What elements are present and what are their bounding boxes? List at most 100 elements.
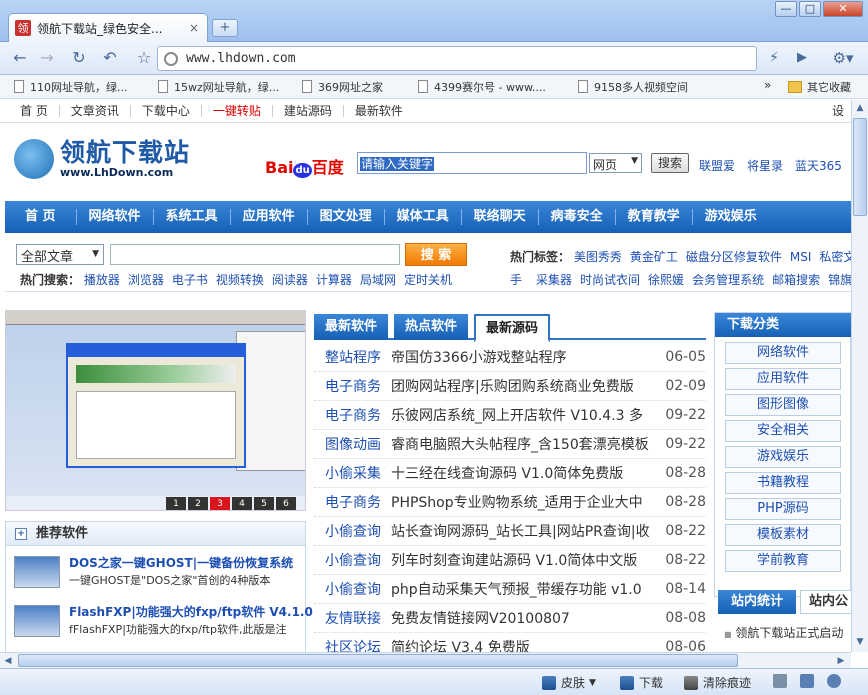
list-item[interactable]: 小偷查询 php自动采集天气预报_带缓存功能 v1.0 08-14 [314,575,706,604]
list-item-category[interactable]: 小偷采集 [314,463,391,483]
mainnav-item[interactable]: 网络软件 [77,209,154,225]
recommended-item[interactable]: DOS之家一键GHOST|一键备份恢复系统 一键GHOST是"DOS之家"首创的… [14,552,304,596]
hot-tag-link[interactable]: 锦旗 [828,273,851,287]
zoom-icon[interactable] [827,674,846,688]
skin-button[interactable]: 皮肤 ▼ [542,674,596,691]
list-item-title[interactable]: 免费友情链接网V20100807 [391,608,650,628]
tab-site-stats[interactable]: 站内统计 [718,590,796,614]
hot-tag-link[interactable]: 徐熙媛 [648,273,684,287]
download-category-link[interactable]: 安全相关 [725,420,841,442]
wrench-menu-icon[interactable]: ⚙▾ [825,47,861,69]
bookmark-item[interactable]: 15wz网址导航，绿... [158,79,288,95]
back-arrow-icon[interactable]: ← [8,47,32,69]
forward-arrow-icon[interactable]: → [35,47,59,69]
mainnav-item[interactable]: 游戏娱乐 [693,209,769,225]
scroll-left-icon[interactable]: ◀ [0,653,16,669]
download-category-link[interactable]: 图形图像 [725,394,841,416]
refresh-icon[interactable]: ↻ [67,47,91,69]
list-item[interactable]: 电子商务 PHPShop专业购物系统_适用于企业大中 08-28 [314,488,706,517]
hot-search-link[interactable]: 浏览器 [128,273,164,287]
monitor-icon[interactable] [800,674,819,688]
topnav-link[interactable]: 最新软件 [344,105,414,117]
list-item-category[interactable]: 图像动画 [314,434,391,454]
download-category-link[interactable]: 应用软件 [725,368,841,390]
header-link[interactable]: 蓝天365 [795,159,842,173]
play-icon[interactable]: ▶ [790,47,814,69]
list-item[interactable]: 图像动画 睿商电脑照大头帖程序_含150套漂亮模板 09-22 [314,430,706,459]
list-item[interactable]: 电子商务 乐彼网店系统_网上开店软件 V10.4.3 多 09-22 [314,401,706,430]
hot-tag-link[interactable]: 私密文 [819,250,851,264]
tab-hot-software[interactable]: 热点软件 [394,314,468,340]
site-logo[interactable]: 领航下载站 www.LhDown.com [14,134,199,184]
notice-link[interactable]: ■ 领航下载站正式启动 [724,624,843,641]
list-item[interactable]: 小偷查询 站长查询网源码_站长工具|网站PR查询|收 08-22 [314,517,706,546]
list-item[interactable]: 社区论坛 简约论坛 V3.4 免费版 08-06 [314,633,706,652]
topnav-settings-link[interactable]: 设 [832,105,844,117]
list-item-category[interactable]: 电子商务 [314,376,391,396]
recommended-title[interactable]: DOS之家一键GHOST|一键备份恢复系统 [69,554,293,571]
baidu-search-button[interactable]: 搜索 [651,153,689,173]
list-item-category[interactable]: 友情联接 [314,608,391,628]
hot-tag-link[interactable]: MSI [790,250,812,264]
category-select[interactable]: 全部文章 ▼ [16,244,104,265]
download-category-link[interactable]: 网络软件 [725,342,841,364]
mainnav-item[interactable]: 图文处理 [308,209,385,225]
hot-search-link[interactable]: 电子书 [172,273,208,287]
list-item-title[interactable]: 团购网站程序|乐购团购系统商业免费版 [391,376,650,396]
hot-search-link[interactable]: 计算器 [316,273,352,287]
hot-tag-link[interactable]: 黄金矿工 [630,250,678,264]
site-search-button[interactable]: 搜 索 [405,243,467,266]
mainnav-item[interactable]: 媒体工具 [385,209,462,225]
list-item[interactable]: 小偷查询 列车时刻查询建站源码 V1.0简体中文版 08-22 [314,546,706,575]
list-item-title[interactable]: 简约论坛 V3.4 免费版 [391,637,650,652]
hot-tag-link[interactable]: 邮箱搜索 [772,273,820,287]
hot-tag-link[interactable]: 会务管理系统 [692,273,764,287]
list-item-title[interactable]: 列车时刻查询建站源码 V1.0简体中文版 [391,550,650,570]
list-item-title[interactable]: 乐彼网店系统_网上开店软件 V10.4.3 多 [391,405,650,425]
hot-tag-link[interactable]: 磁盘分区修复软件 [686,250,782,264]
maximize-button[interactable]: □ [799,1,821,17]
bookmark-item[interactable]: 9158多人视频空间 [578,79,723,95]
clear-traces-button[interactable]: 清除痕迹 [684,674,751,691]
new-tab-button[interactable]: + [212,19,238,37]
slideshow-page-button[interactable]: 1 [166,497,186,510]
other-bookmarks-button[interactable]: 其它收藏 [788,79,851,95]
undo-icon[interactable]: ↶ [98,47,122,69]
bookmark-item[interactable]: 110网址导航，绿... [14,79,144,95]
hot-tag-link[interactable]: 美图秀秀 [574,250,622,264]
site-search-input[interactable] [110,244,400,265]
mainnav-item[interactable]: 系统工具 [154,209,231,225]
hot-search-link[interactable]: 阅读器 [272,273,308,287]
list-item-title[interactable]: PHPShop专业购物系统_适用于企业大中 [391,492,650,512]
featured-slideshow[interactable]: 123456 [5,310,306,511]
list-item-title[interactable]: 睿商电脑照大头帖程序_含150套漂亮模板 [391,434,650,454]
list-item-category[interactable]: 社区论坛 [314,637,391,652]
list-item-title[interactable]: php自动采集天气预报_带缓存功能 v1.0 [391,579,650,599]
star-icon[interactable]: ☆ [132,47,156,69]
topnav-link[interactable]: 建站源码 [273,105,344,117]
mainnav-item[interactable]: 联络聊天 [462,209,539,225]
list-item[interactable]: 友情联接 免费友情链接网V20100807 08-08 [314,604,706,633]
hot-tag-link[interactable]: 手 [510,273,522,287]
list-item[interactable]: 电子商务 团购网站程序|乐购团购系统商业免费版 02-09 [314,372,706,401]
list-item-title[interactable]: 十三经在线查询源码 V1.0简体免费版 [391,463,650,483]
recommended-title[interactable]: FlashFXP|功能强大的fxp/ftp软件 V4.1.0 [69,603,313,620]
mainnav-item[interactable]: 应用软件 [231,209,308,225]
expand-icon[interactable]: + [15,528,27,540]
download-category-link[interactable]: 书籍教程 [725,472,841,494]
hot-search-link[interactable]: 局域网 [360,273,396,287]
header-link[interactable]: 联盟爱 [699,159,735,173]
horizontal-scroll-thumb[interactable] [18,654,738,667]
list-item-category[interactable]: 小偷查询 [314,579,391,599]
horizontal-scrollbar[interactable]: ◀ ▶ [0,652,851,668]
baidu-logo[interactable]: Bai du 百度 [265,154,344,178]
list-item-title[interactable]: 站长查询网源码_站长工具|网站PR查询|收 [391,521,650,541]
browser-tab[interactable]: 领 领航下载站_绿色安全... × [8,13,208,42]
topnav-link[interactable]: 一键转贴 [202,105,273,117]
bookmarks-overflow-icon[interactable]: » [764,78,771,92]
hot-search-link[interactable]: 视频转换 [216,273,264,287]
list-item-title[interactable]: 帝国仿3366小游戏整站程序 [391,347,650,367]
list-item[interactable]: 小偷采集 十三经在线查询源码 V1.0简体免费版 08-28 [314,459,706,488]
slideshow-page-button[interactable]: 4 [232,497,252,510]
topnav-link[interactable]: 文章资讯 [60,105,131,117]
